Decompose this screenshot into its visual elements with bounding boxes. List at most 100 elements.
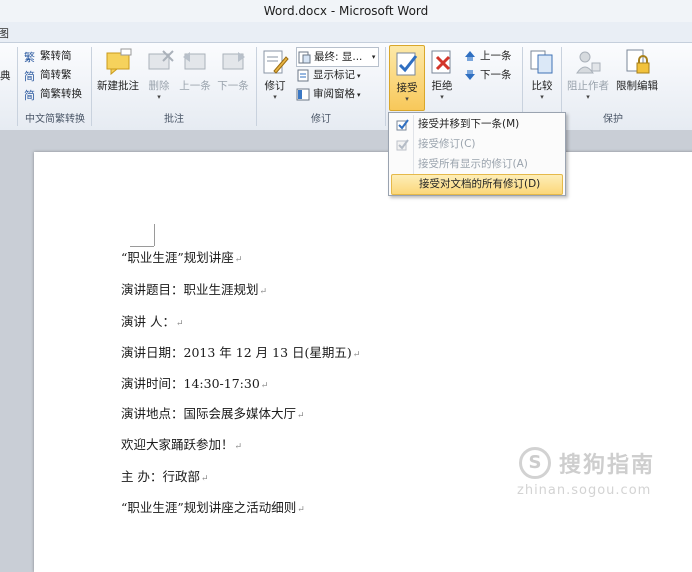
track-changes-button[interactable]: 修订 ▾: [260, 47, 290, 101]
doc-paragraph-text: 演讲题目：职业生涯规划: [121, 282, 259, 297]
reviewing-pane-button[interactable]: 审阅窗格 ▾: [296, 85, 361, 103]
simp-trad-convert-button[interactable]: 简 简繁转换: [23, 85, 82, 103]
chevron-down-icon: ▾: [405, 95, 409, 103]
svg-text:简: 简: [24, 88, 35, 101]
chevron-down-icon: ▾: [357, 91, 361, 99]
group-comments: 新建批注 删除 ▾ 上一条 下一条 批注: [93, 43, 255, 130]
group-label-tracking: 修订: [311, 114, 331, 125]
accept-label: 接受: [396, 82, 418, 94]
previous-comment-button[interactable]: 上一条: [177, 47, 213, 93]
accept-dropdown-menu: 接受并移到下一条(M) 接受修订(C) 接受所有显示的修订(A) 接受对文档的所…: [388, 112, 566, 196]
simp-to-trad-button[interactable]: 简 简转繁: [23, 66, 72, 84]
doc-paragraph-text: 演讲地点：国际会展多媒体大厅: [121, 406, 297, 421]
doc-paragraph[interactable]: 演讲 人：↵: [121, 312, 184, 332]
restrict-editing-label: 限制编辑: [616, 80, 658, 92]
chevron-down-icon: ▾: [540, 93, 544, 101]
next-change-icon: [463, 68, 477, 82]
compare-button[interactable]: 比较 ▾: [526, 47, 558, 101]
group-protect: 阻止作者 ▾ 限制编辑 保护: [563, 43, 663, 130]
paragraph-mark: ↵: [175, 319, 184, 329]
doc-paragraph[interactable]: 主 办：行政部↵: [121, 467, 209, 487]
chevron-down-icon: ▾: [357, 72, 361, 80]
reject-label: 拒绝: [431, 80, 453, 92]
menu-item-label: 接受对文档的所有修订(D): [419, 178, 541, 190]
ribbon-separator: [256, 47, 257, 126]
doc-paragraph[interactable]: 欢迎大家踊跃参加！↵: [121, 435, 242, 455]
reviewing-pane-icon: [296, 87, 310, 101]
previous-change-icon: [463, 49, 477, 63]
lock-icon: [622, 47, 652, 77]
group-tracking: 修订 ▾ 最终: 显... ▾ 显示标记 ▾ 审阅窗格 ▾ 修订: [258, 43, 384, 130]
track-changes-label: 修订: [264, 80, 286, 92]
doc-paragraph[interactable]: “职业生涯”规划讲座↵: [121, 248, 242, 268]
track-changes-icon: [260, 47, 290, 77]
trad-to-simp-button[interactable]: 繁 繁转简: [23, 47, 72, 65]
window-title-bar: Word.docx - Microsoft Word: [0, 0, 692, 22]
new-comment-label: 新建批注: [97, 80, 139, 92]
tab-view-clipped[interactable]: 图: [0, 25, 9, 41]
ribbon-separator: [385, 47, 386, 126]
next-change-button[interactable]: 下一条: [463, 66, 512, 84]
group-label-chinese-conversion: 中文简繁转换: [25, 114, 85, 125]
accept-button[interactable]: 接受 ▾: [389, 45, 425, 111]
paragraph-mark: ↵: [297, 505, 305, 515]
display-for-review-select[interactable]: 最终: 显... ▾: [296, 47, 380, 67]
menu-item-accept-all-shown[interactable]: 接受所有显示的修订(A): [391, 155, 563, 174]
doc-paragraph-text: 主 办：行政部: [121, 469, 200, 484]
next-comment-icon: [218, 47, 248, 77]
show-markup-button[interactable]: 显示标记 ▾: [296, 66, 361, 84]
simp-to-trad-icon: 简: [23, 68, 37, 83]
reject-icon: [427, 47, 457, 77]
reviewing-pane-label: 审阅窗格: [313, 88, 355, 100]
chevron-down-icon: ▾: [273, 93, 277, 101]
paragraph-mark: ↵: [259, 287, 268, 297]
restrict-editing-button[interactable]: 限制编辑: [613, 47, 661, 93]
display-review-icon: [297, 50, 311, 64]
previous-change-button[interactable]: 上一条: [463, 47, 512, 65]
ribbon-separator: [91, 47, 92, 126]
menu-item-label: 接受所有显示的修订(A): [418, 158, 528, 170]
margin-corner-mark: [154, 224, 155, 246]
svg-text:繁: 繁: [24, 50, 35, 63]
doc-paragraph[interactable]: 演讲日期：2013 年 12 月 13 日(星期五)↵: [121, 343, 360, 363]
simp-trad-convert-icon: 简: [23, 87, 37, 102]
show-markup-label: 显示标记: [313, 69, 355, 81]
reject-button[interactable]: 拒绝 ▾: [427, 47, 457, 101]
doc-paragraph[interactable]: 演讲地点：国际会展多媒体大厅↵: [121, 404, 305, 424]
delete-comment-button[interactable]: 删除 ▾: [145, 47, 174, 101]
doc-paragraph[interactable]: 演讲时间：14:30-17:30↵: [121, 374, 268, 394]
previous-comment-label: 上一条: [179, 80, 211, 92]
group-label-protect: 保护: [603, 114, 623, 125]
paragraph-mark: ↵: [352, 350, 361, 360]
margin-corner-mark: [130, 246, 154, 247]
menu-item-accept-change[interactable]: 接受修订(C): [391, 135, 563, 154]
doc-paragraph-text: 演讲日期：2013 年 12 月 13 日(星期五): [121, 345, 352, 360]
doc-paragraph-text: “职业生涯”规划讲座之活动细则: [121, 500, 297, 515]
display-mode-value: 最终: 显...: [314, 51, 363, 63]
paragraph-mark: ↵: [234, 442, 243, 452]
ribbon-review: 典 繁 繁转简 简 简转繁 简 简繁转换 中文简繁转换 新建批注 删除 ▾ 上一…: [0, 42, 692, 131]
group-chinese-conversion: 繁 繁转简 简 简转繁 简 简繁转换 中文简繁转换: [19, 43, 91, 130]
previous-change-label: 上一条: [480, 50, 512, 62]
doc-paragraph[interactable]: 演讲题目：职业生涯规划↵: [121, 280, 267, 300]
paragraph-mark: ↵: [260, 381, 269, 391]
trad-to-simp-icon: 繁: [23, 49, 37, 64]
accept-and-move-icon: [396, 118, 409, 131]
previous-comment-icon: [180, 47, 210, 77]
doc-paragraph[interactable]: “职业生涯”规划讲座之活动细则↵: [121, 498, 305, 518]
block-authors-icon: [573, 47, 603, 77]
block-authors-button[interactable]: 阻止作者 ▾: [565, 47, 611, 101]
menu-item-accept-all-changes[interactable]: 接受对文档的所有修订(D): [391, 174, 563, 195]
doc-paragraph-text: 演讲 人：: [121, 314, 175, 329]
paragraph-mark: ↵: [200, 474, 209, 484]
window-title: Word.docx - Microsoft Word: [263, 4, 429, 18]
doc-paragraph-text: “职业生涯”规划讲座: [121, 250, 234, 265]
block-authors-label: 阻止作者: [567, 80, 609, 92]
accept-icon: [392, 49, 422, 79]
chevron-down-icon: ▾: [157, 93, 161, 101]
menu-item-accept-and-move-next[interactable]: 接受并移到下一条(M): [391, 115, 563, 134]
new-comment-button[interactable]: 新建批注: [95, 47, 141, 93]
next-comment-button[interactable]: 下一条: [215, 47, 251, 93]
paragraph-mark: ↵: [234, 255, 243, 265]
group-label-comments: 批注: [164, 114, 184, 125]
